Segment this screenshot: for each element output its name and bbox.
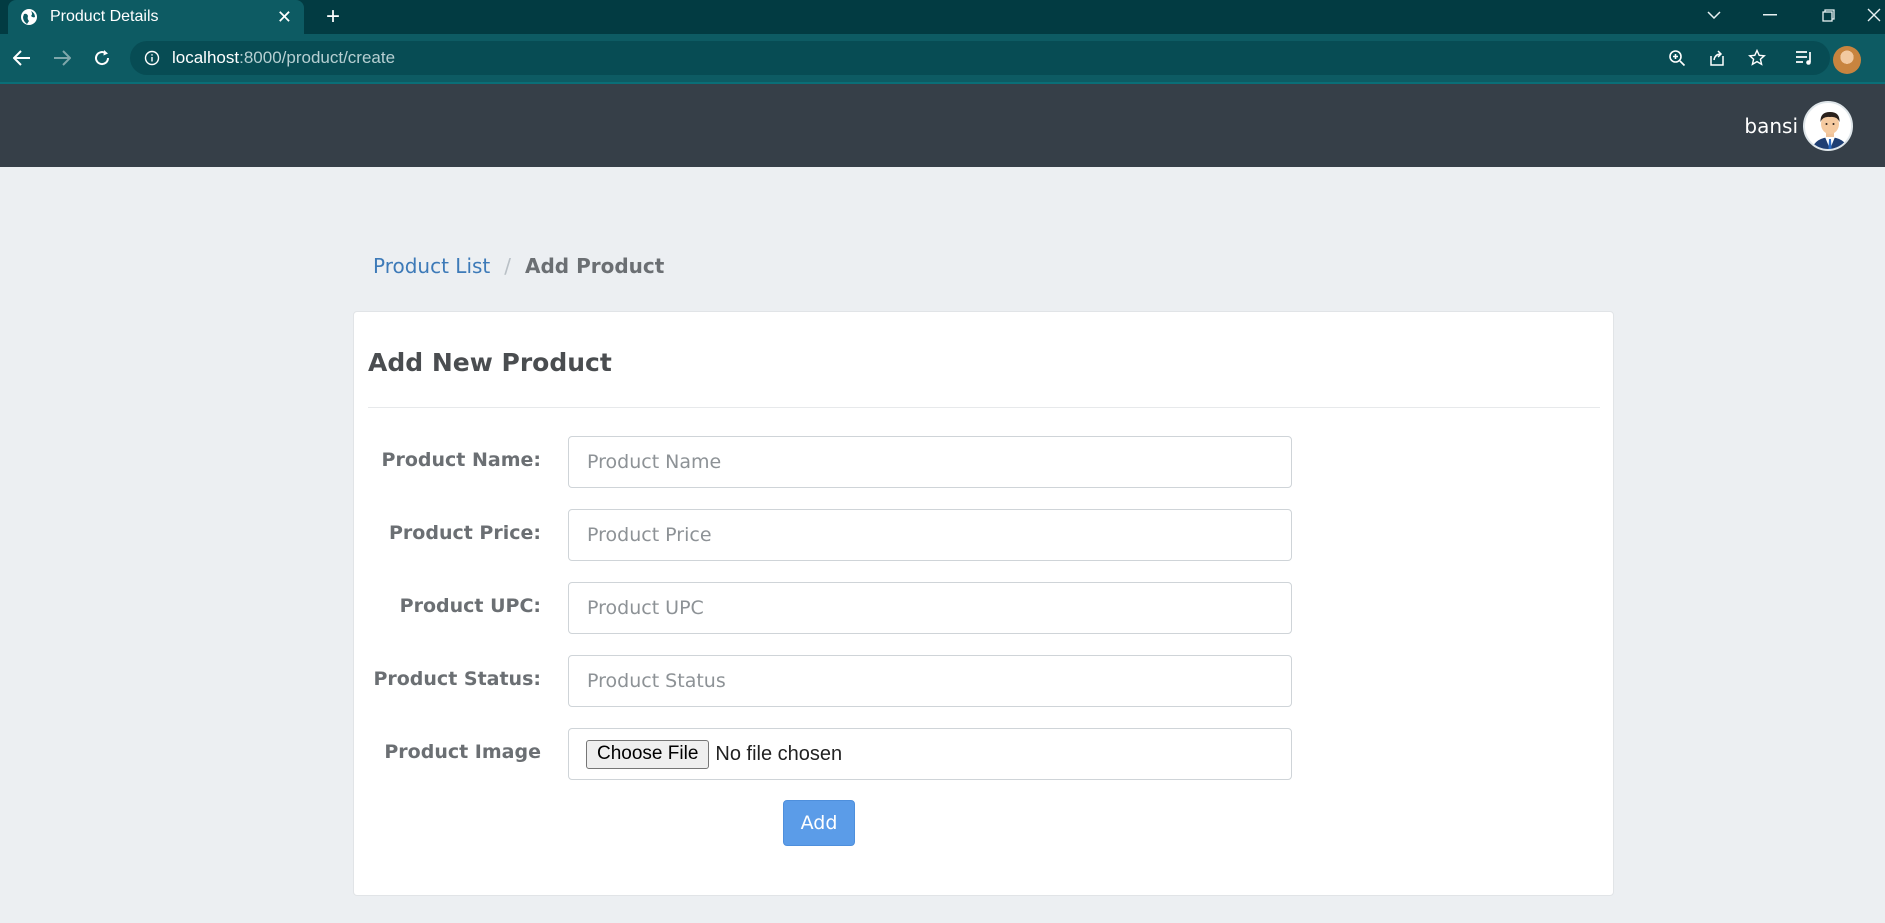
tab-title: Product Details [50, 8, 159, 25]
product-status-input[interactable] [568, 655, 1292, 707]
product-upc-row: Product UPC: [354, 582, 1354, 634]
site-info-icon[interactable] [144, 50, 160, 66]
media-queue-icon[interactable] [1793, 46, 1817, 70]
product-price-label: Product Price: [389, 522, 541, 544]
choose-file-button[interactable]: Choose File [586, 739, 710, 769]
product-price-row: Product Price: [354, 509, 1354, 561]
product-name-input[interactable] [568, 436, 1292, 488]
close-window-icon[interactable] [1862, 0, 1885, 30]
zoom-icon[interactable] [1665, 46, 1689, 70]
add-button[interactable]: Add [783, 800, 855, 846]
product-image-row: Product Image Choose File No file chosen [354, 728, 1354, 780]
product-image-file-input[interactable]: Choose File No file chosen [568, 728, 1292, 780]
tab-search-icon[interactable] [1694, 0, 1734, 30]
browser-tab-strip: Product Details ✕ + [0, 0, 1885, 34]
reload-icon[interactable] [89, 45, 115, 71]
product-status-row: Product Status: [354, 655, 1354, 707]
bookmark-star-icon[interactable] [1745, 46, 1769, 70]
product-upc-input[interactable] [568, 582, 1292, 634]
browser-toolbar: localhost:8000/product/create [0, 34, 1885, 84]
app-header: bansi [0, 84, 1885, 167]
breadcrumb: Product List / Add Product [373, 254, 664, 278]
breadcrumb-separator: / [504, 254, 512, 278]
url-path: :8000/product/create [239, 48, 396, 67]
restore-icon[interactable] [1808, 0, 1848, 30]
user-name[interactable]: bansi [1744, 114, 1798, 138]
add-product-card: Add New Product Product Name: Product Pr… [353, 311, 1614, 896]
product-upc-label: Product UPC: [399, 595, 541, 617]
user-avatar[interactable] [1803, 101, 1853, 151]
product-image-label: Product Image [384, 741, 541, 763]
breadcrumb-product-list-link[interactable]: Product List [373, 254, 490, 278]
breadcrumb-current: Add Product [525, 254, 665, 278]
minimize-icon[interactable] [1750, 0, 1790, 30]
browser-profile-avatar[interactable] [1833, 46, 1861, 74]
address-bar[interactable]: localhost:8000/product/create [130, 41, 1830, 75]
product-price-input[interactable] [568, 509, 1292, 561]
title-divider [368, 407, 1600, 408]
browser-tab[interactable]: Product Details ✕ [8, 0, 304, 34]
page-title: Add New Product [368, 348, 612, 377]
forward-icon[interactable] [49, 45, 75, 71]
back-icon[interactable] [9, 45, 35, 71]
product-name-label: Product Name: [381, 449, 541, 471]
file-status-text: No file chosen [715, 742, 843, 765]
url-host: localhost [172, 48, 240, 67]
product-name-row: Product Name: [354, 436, 1354, 488]
globe-icon [20, 8, 38, 26]
new-tab-button[interactable]: + [320, 4, 346, 30]
close-tab-icon[interactable]: ✕ [277, 8, 292, 26]
share-icon[interactable] [1705, 46, 1729, 70]
url-text[interactable]: localhost:8000/product/create [172, 48, 395, 68]
product-status-label: Product Status: [373, 668, 541, 690]
